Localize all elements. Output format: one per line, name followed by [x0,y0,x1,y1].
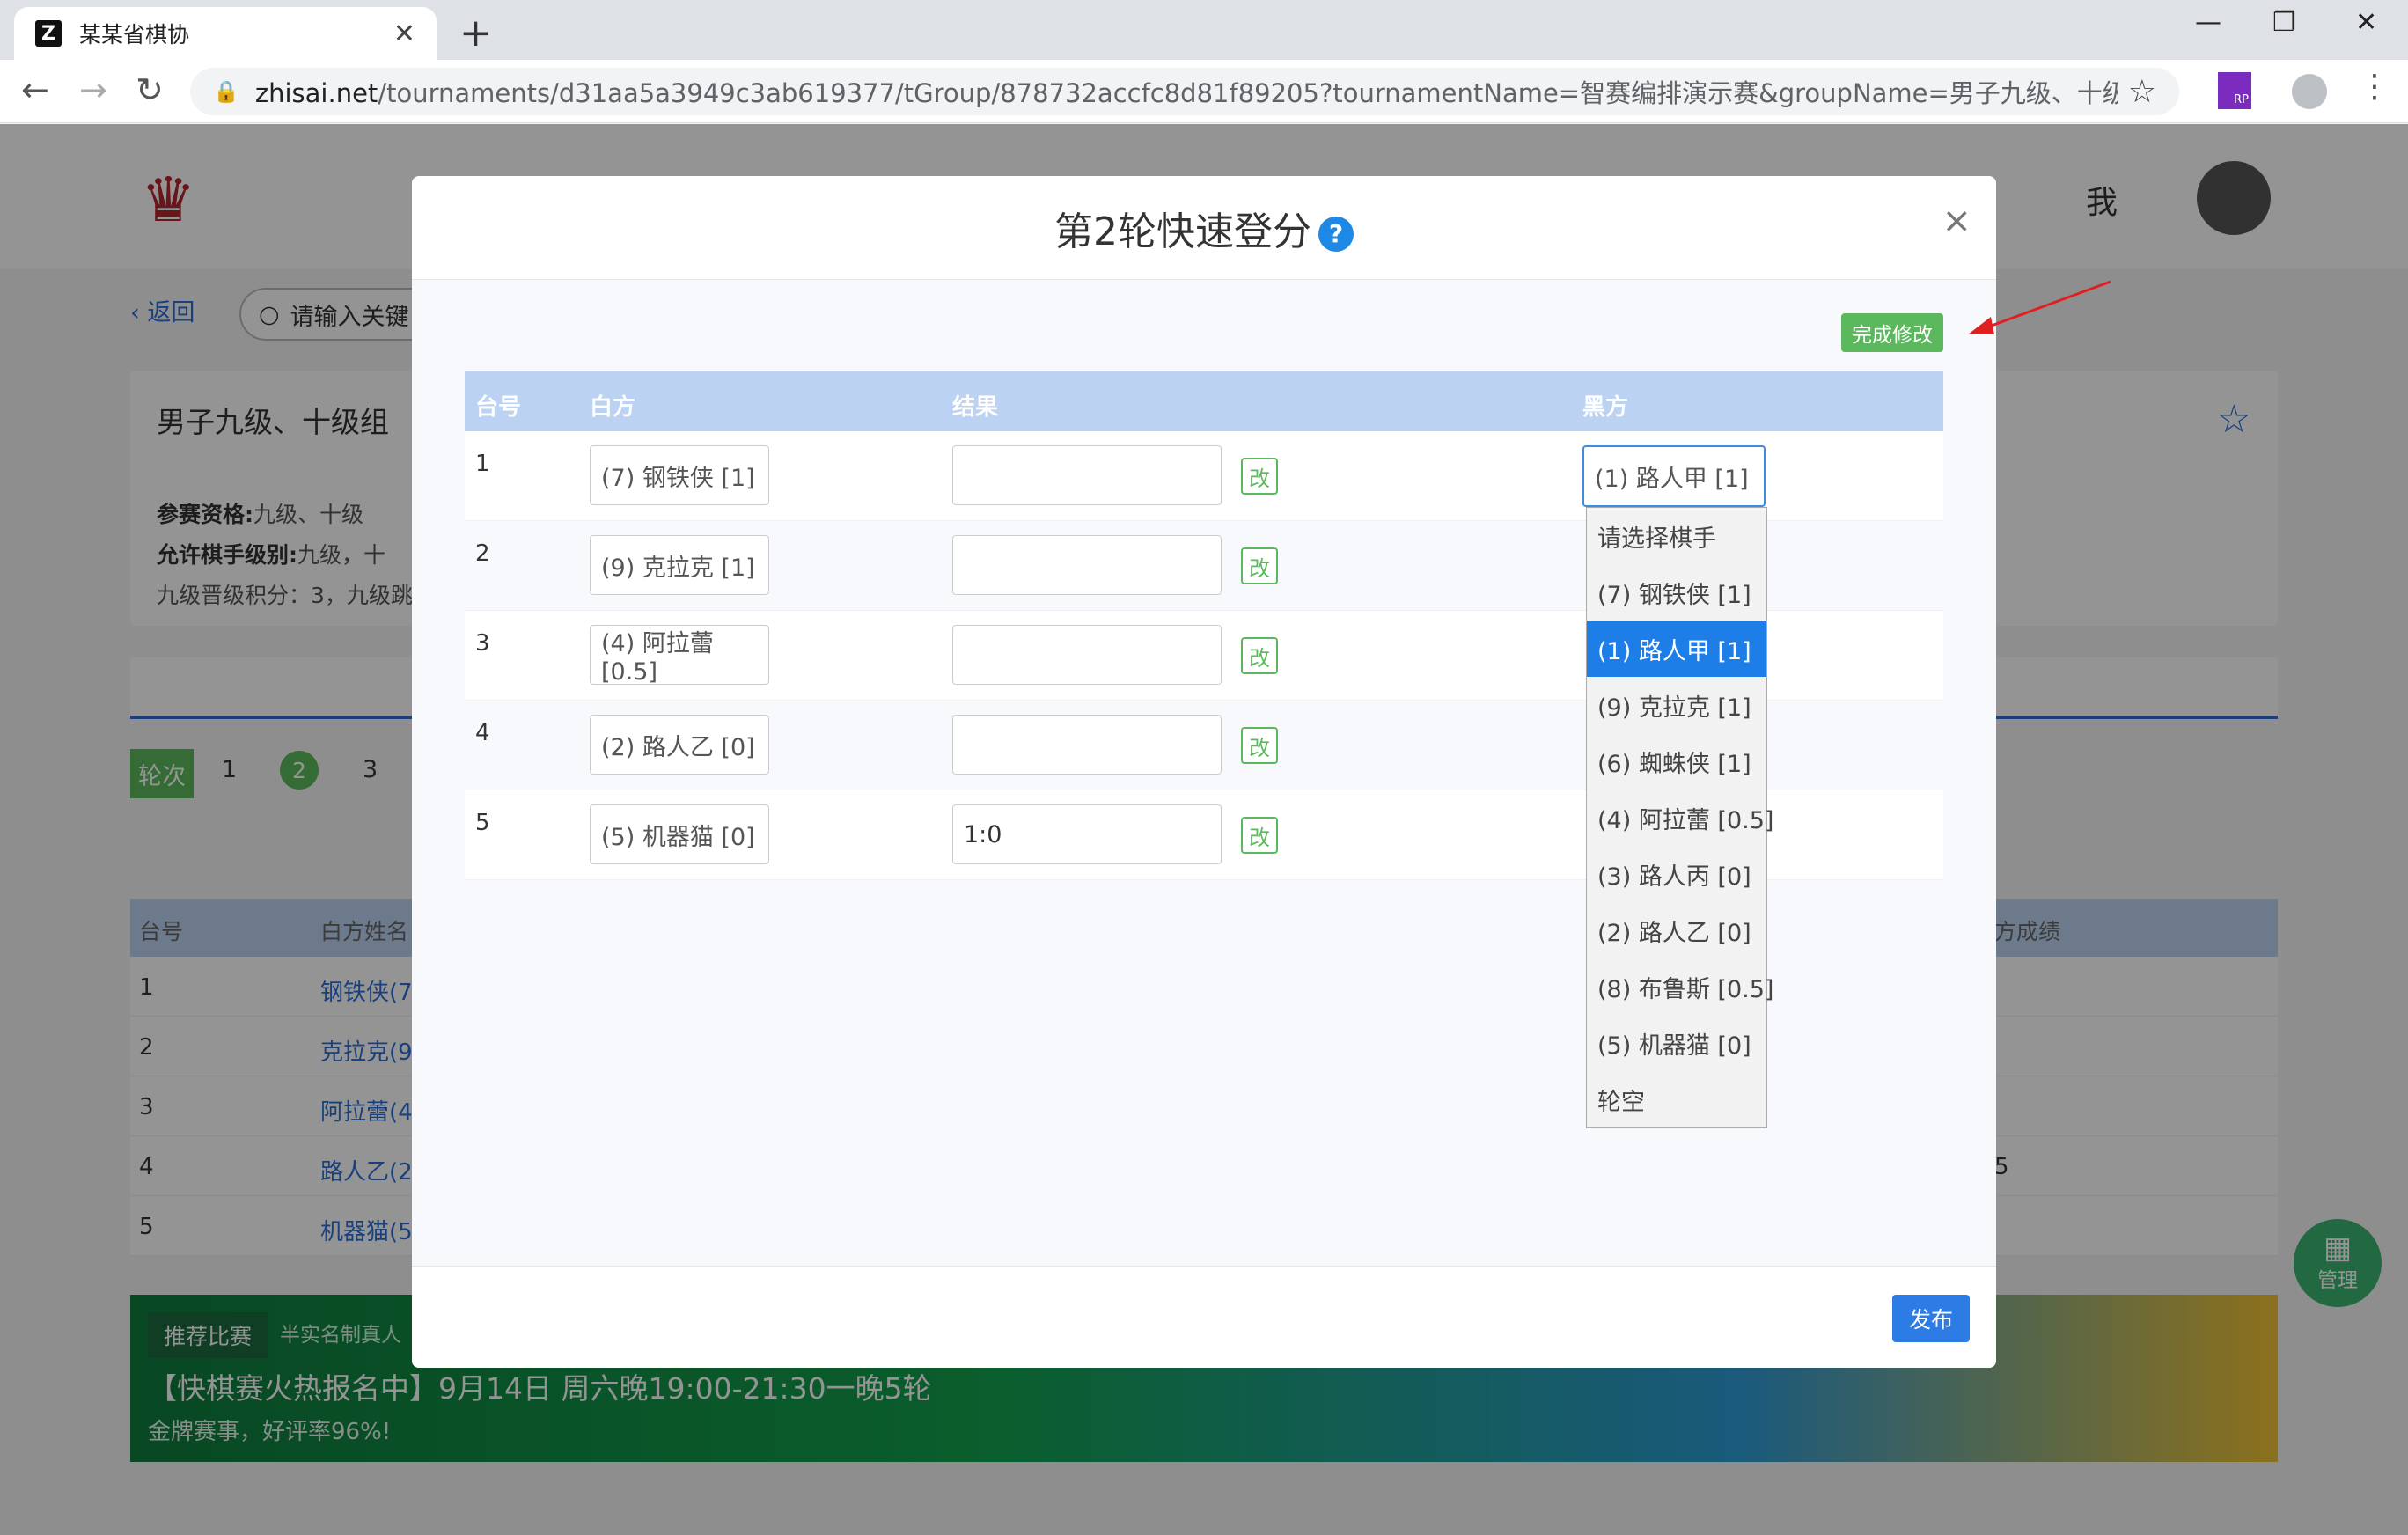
black-player-dropdown[interactable]: 请选择棋手 (7) 钢铁侠 [1] (1) 路人甲 [1] (9) 克拉克 [1… [1586,507,1773,1128]
result-input[interactable] [952,535,1222,595]
white-player-select[interactable]: (2) 路人乙 [0] [590,715,769,775]
th-black: 黑方 [1582,394,1629,421]
modal-title: 第2轮快速登分? [1054,200,1354,256]
dropdown-option[interactable]: (6) 蜘蛛侠 [1] [1587,733,1766,790]
result-input[interactable]: 1:0 [952,804,1222,864]
dropdown-option[interactable]: (4) 阿拉蕾 [0.5] [1587,790,1773,846]
th-white: 白方 [590,394,636,421]
th-result: 结果 [952,394,999,421]
dropdown-option[interactable]: (2) 路人乙 [0] [1587,902,1766,958]
result-input[interactable] [952,715,1222,775]
board-number: 3 [475,630,490,657]
edit-button[interactable]: 改 [1241,458,1278,495]
dropdown-option[interactable]: (9) 克拉克 [1] [1587,677,1766,733]
url-text: zhisai.net/tournaments/d31aa5a3949c3ab61… [254,78,2118,108]
board-number: 5 [475,810,490,836]
window-close-icon[interactable]: ✕ [2355,7,2377,38]
dropdown-option[interactable]: (8) 布鲁斯 [0.5] [1587,958,1773,1015]
dropdown-option[interactable]: (7) 钢铁侠 [1] [1587,564,1766,621]
browser-tabbar: Z 某某省棋协 ✕ + — ❐ ✕ [0,0,2408,60]
th-num: 台号 [475,394,522,421]
modal-footer: 发布 [412,1266,1996,1368]
result-input[interactable] [952,445,1222,505]
restore-icon[interactable]: ❐ [2272,7,2296,38]
board-number: 2 [475,540,490,567]
tab-title: 某某省棋协 [79,22,190,48]
tab-close-icon[interactable]: ✕ [393,18,415,49]
dropdown-option[interactable]: (5) 机器猫 [0] [1587,1015,1766,1071]
bookmark-star-icon[interactable]: ☆ [2128,74,2156,110]
browser-toolbar: ← → ↻ 🔒 zhisai.net/tournaments/d31aa5a39… [0,60,2408,123]
profile-avatar-icon[interactable] [2292,74,2327,109]
back-arrow-icon[interactable]: ← [21,70,49,109]
dropdown-option[interactable]: (3) 路人丙 [0] [1587,846,1766,902]
new-tab-icon[interactable]: + [459,11,492,55]
white-player-select[interactable]: (4) 阿拉蕾 [0.5] [590,625,769,686]
dropdown-option[interactable]: (1) 路人甲 [1] [1587,621,1766,677]
publish-button[interactable]: 发布 [1892,1295,1970,1342]
modal-header: 第2轮快速登分? × [412,176,1996,280]
board-number: 4 [475,720,490,746]
forward-arrow-icon[interactable]: → [79,70,107,109]
reload-icon[interactable]: ↻ [136,70,164,109]
address-bar[interactable]: 🔒 zhisai.net/tournaments/d31aa5a3949c3ab… [190,68,2179,115]
lock-icon: 🔒 [213,79,239,104]
browser-tab[interactable]: Z 某某省棋协 ✕ [14,7,437,60]
board-number: 1 [475,451,490,477]
extension-icon[interactable]: RP [2218,72,2251,109]
annotation-arrow [1968,280,2111,334]
edit-button[interactable]: 改 [1241,817,1278,854]
quick-score-header: 台号 白方 结果 黑方 [465,371,1943,431]
edit-button[interactable]: 改 [1241,727,1278,764]
finish-edit-button[interactable]: 完成修改 [1841,313,1943,352]
result-input[interactable] [952,625,1222,685]
site-favicon-icon: Z [35,20,62,47]
white-player-select[interactable]: (9) 克拉克 [1] [590,535,769,595]
white-player-select[interactable]: (7) 钢铁侠 [1] [590,445,769,505]
browser-menu-icon[interactable]: ⋮ [2359,69,2390,105]
minimize-icon[interactable]: — [2195,7,2221,38]
black-player-select[interactable]: (1) 路人甲 [1] [1582,445,1766,507]
help-icon[interactable]: ? [1318,216,1354,252]
dropdown-option[interactable]: 轮空 [1587,1071,1766,1127]
dropdown-option[interactable]: 请选择棋手 [1587,508,1766,564]
edit-button[interactable]: 改 [1241,637,1278,674]
edit-button[interactable]: 改 [1241,547,1278,584]
white-player-select[interactable]: (5) 机器猫 [0] [590,804,769,864]
close-icon[interactable]: × [1942,201,1971,241]
